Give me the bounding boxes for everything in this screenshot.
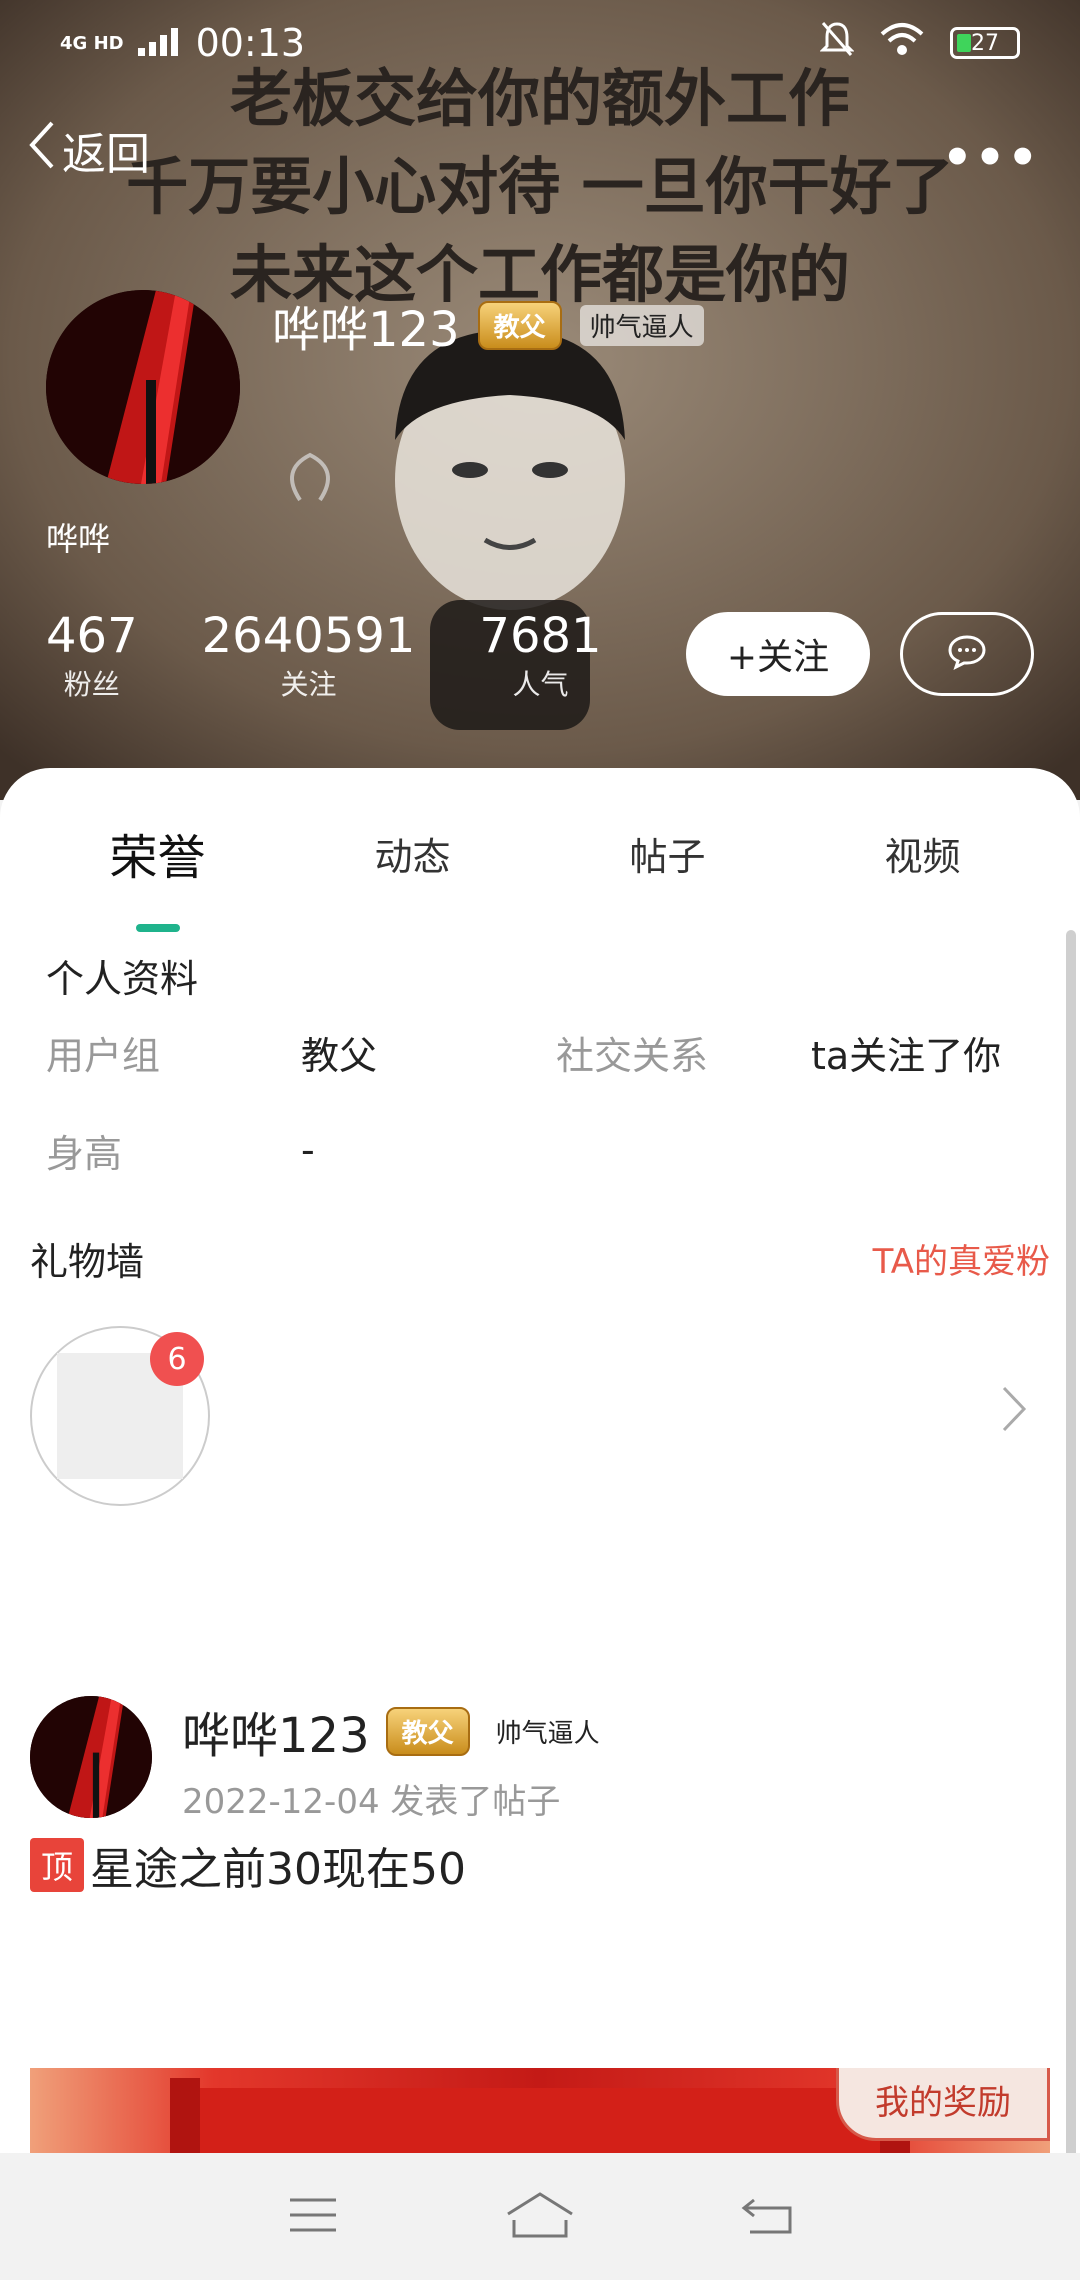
system-nav-bar: [0, 2153, 1080, 2280]
profile-username: 哗哗123: [272, 302, 460, 358]
rank-badge: 教父: [477, 300, 562, 350]
back-icon: [740, 2194, 794, 2240]
cover-text-line2: 千万要小心对待 一旦你干好了: [126, 150, 954, 223]
post-action: 发表了帖子: [390, 1782, 561, 1822]
tab-posts[interactable]: 帖子: [540, 826, 795, 881]
my-rewards-button[interactable]: 我的奖励: [836, 2068, 1050, 2141]
post-card[interactable]: 哗哗123 教父 帅气逼人 2022-12-04 发表了帖子 顶 星途之前30现…: [0, 1696, 1080, 1897]
battery-icon: 27: [950, 27, 1020, 59]
menu-button[interactable]: [273, 2187, 353, 2247]
rank-badge: 教父: [385, 1706, 470, 1756]
home-icon: [504, 2190, 576, 2244]
chat-bubble-icon: [947, 634, 987, 674]
stat-popularity[interactable]: 7681 人气: [479, 610, 601, 703]
stat-value: 7681: [479, 608, 602, 664]
cover-text-line1: 老板交给你的额外工作: [229, 62, 850, 135]
back-label: 返回: [62, 129, 150, 180]
user-group-label: 用户组: [46, 1033, 161, 1078]
post-date-row: 2022-12-04 发表了帖子: [182, 1774, 610, 1823]
gift-wall-title: 礼物墙: [30, 1240, 145, 1284]
height-value: -: [301, 1128, 315, 1172]
stat-label: 关注: [280, 667, 337, 701]
avatar-image: [46, 290, 240, 484]
info-row-height: 身高 -: [0, 1101, 1080, 1199]
post-title: 星途之前30现在50: [90, 1844, 466, 1895]
profile-tabs: 荣誉 动态 帖子 视频: [0, 768, 1080, 938]
chevron-right-icon[interactable]: [1000, 1384, 1028, 1438]
post-user-row: 哗哗123 教父 帅气逼人: [182, 1696, 610, 1766]
wifi-icon: [880, 21, 924, 65]
personal-info-title: 个人资料: [46, 957, 199, 1001]
profile-stats: 467 粉丝 2640591 关注 7681 人气: [46, 610, 602, 703]
clock: 00:13: [195, 21, 306, 65]
stat-label: 粉丝: [63, 667, 120, 701]
back-button[interactable]: 返回: [26, 118, 150, 182]
pinned-tag: 顶: [30, 1838, 84, 1892]
follow-button[interactable]: +关注: [686, 612, 870, 696]
user-group-value: 教父: [301, 1033, 378, 1078]
post-title-row[interactable]: 顶 星途之前30现在50: [30, 1833, 1050, 1897]
battery-level: 27: [971, 30, 999, 56]
social-relation-value: ta关注了你: [811, 1033, 1002, 1078]
title-badge: 帅气逼人: [485, 1710, 610, 1752]
profile-username-row: 哗哗123 教父 帅气逼人: [272, 290, 704, 360]
gift-wall-header: 礼物墙 TA的真爱粉: [0, 1231, 1080, 1286]
avatar-image: [30, 1696, 152, 1818]
post-avatar[interactable]: [30, 1696, 152, 1818]
tab-honor[interactable]: 荣誉: [30, 818, 285, 888]
stat-following[interactable]: 2640591 关注: [202, 610, 416, 703]
post-header: 哗哗123 教父 帅气逼人 2022-12-04 发表了帖子: [30, 1696, 1050, 1823]
status-bar: 4G HD 00:13 27: [60, 18, 1020, 68]
gift-count-badge: 6: [150, 1332, 204, 1386]
info-row-group: 用户组 教父 社交关系 ta关注了你: [0, 1003, 1080, 1101]
stat-value: 467: [46, 608, 138, 664]
title-badge: 帅气逼人: [579, 304, 704, 346]
stat-label: 人气: [512, 667, 569, 701]
more-options-button[interactable]: •••: [942, 130, 1040, 186]
more-icon: •••: [941, 130, 1040, 186]
back-nav-button[interactable]: [727, 2187, 807, 2247]
post-meta: 哗哗123 教父 帅气逼人 2022-12-04 发表了帖子: [182, 1696, 610, 1823]
tab-videos[interactable]: 视频: [795, 826, 1050, 881]
network-indicator: 4G HD: [60, 32, 124, 54]
true-fans-link[interactable]: TA的真爱粉: [873, 1234, 1050, 1283]
height-label: 身高: [46, 1131, 123, 1176]
chevron-left-icon: [26, 119, 56, 182]
mute-icon: [819, 20, 855, 67]
menu-icon: [288, 2195, 338, 2239]
stat-fans[interactable]: 467 粉丝: [46, 610, 138, 703]
post-date: 2022-12-04: [182, 1782, 380, 1822]
stat-value: 2640591: [201, 608, 416, 664]
profile-content-sheet: 荣誉 动态 帖子 视频 个人资料 用户组 教父 社交关系 ta关注了你 身高 -…: [0, 768, 1080, 2153]
post-username[interactable]: 哗哗123: [182, 1696, 370, 1766]
promo-banner[interactable]: 我的奖励: [30, 2068, 1050, 2153]
tab-activity[interactable]: 动态: [285, 826, 540, 881]
profile-nickname: 哗哗: [46, 520, 111, 558]
profile-avatar[interactable]: [46, 290, 240, 484]
scrollbar[interactable]: [1066, 930, 1076, 2160]
gift-wall-row[interactable]: 6: [0, 1326, 1080, 1526]
social-relation-label: 社交关系: [556, 1033, 709, 1078]
signal-icon: [137, 21, 182, 65]
message-button[interactable]: [900, 612, 1034, 696]
home-button[interactable]: [500, 2187, 580, 2247]
